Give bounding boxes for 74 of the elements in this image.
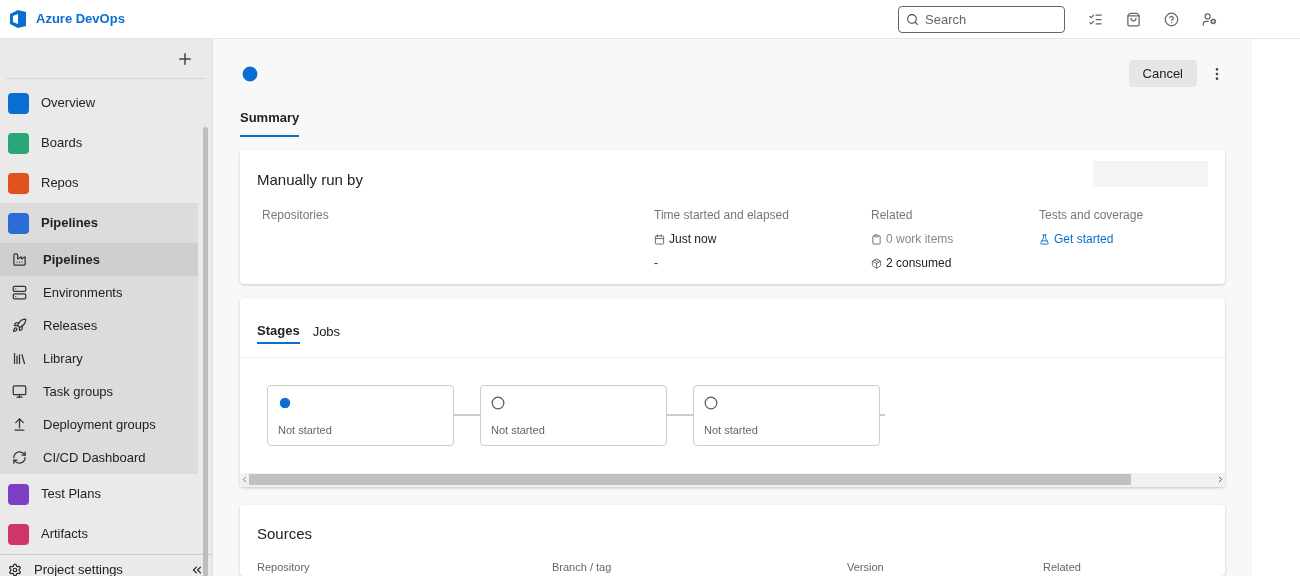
sidebar-item[interactable]: Environments [0, 276, 198, 309]
stage-card[interactable]: Not started [267, 385, 454, 446]
nav-icon [12, 318, 27, 333]
connector-line [667, 414, 693, 416]
connector-line [454, 414, 480, 416]
settings-icon [8, 563, 22, 576]
user-settings-icon[interactable] [1202, 11, 1217, 27]
column-header: Related [1043, 560, 1081, 576]
service-icon [8, 523, 29, 545]
summary-tab[interactable]: Summary [240, 106, 300, 137]
sidebar-item[interactable]: Overview [0, 83, 198, 123]
clipboard-icon [871, 233, 882, 245]
field-value: 2 consumed [886, 255, 952, 273]
card-title: Manually run by [257, 169, 363, 190]
sidebar-item[interactable]: Task groups [0, 375, 198, 408]
nav-icon [12, 384, 27, 399]
calendar-icon [654, 233, 665, 245]
field-value: - [654, 255, 658, 273]
service-icon [8, 172, 29, 194]
stage-status: Not started [278, 423, 333, 438]
sidebar-item[interactable]: CI/CD Dashboard [0, 441, 198, 474]
logo-icon [8, 10, 28, 28]
flask-icon [1039, 233, 1050, 245]
sidebar-item[interactable]: Repos [0, 163, 198, 203]
nav-icon [12, 450, 27, 465]
stage-status: Not started [491, 423, 546, 438]
sidebar-item[interactable]: Boards [0, 123, 198, 163]
search-field[interactable]: Search [898, 5, 1065, 33]
field-label: Tests and coverage [1039, 207, 1144, 225]
service-icon [8, 483, 29, 505]
stage-status: Not started [704, 423, 759, 438]
field-label: Related [871, 207, 914, 225]
sidebar-footer-link[interactable]: Project settings [34, 563, 123, 576]
sidebar-item[interactable]: Pipelines [0, 243, 198, 276]
column-header: Branch / tag [552, 560, 613, 576]
service-icon [8, 212, 29, 234]
nav-icon [12, 285, 27, 300]
service-icon [8, 132, 29, 154]
nav-icon [12, 417, 27, 432]
scroll-right-icon [1216, 475, 1225, 485]
link[interactable]: Get started [1054, 230, 1114, 249]
help-icon[interactable] [1164, 11, 1179, 27]
circle-icon [704, 396, 718, 410]
panel-tab[interactable]: Jobs [312, 320, 341, 344]
field-value: Just now [669, 231, 717, 249]
sidebar-item[interactable]: Pipelines [0, 203, 198, 243]
panel-tab[interactable]: Stages [257, 320, 300, 344]
package-icon [871, 257, 882, 269]
field-label: Repositories [261, 207, 330, 225]
field-label: Time started and elapsed [654, 207, 790, 225]
sidebar-item[interactable]: Artifacts [0, 514, 198, 554]
collapse-icon[interactable] [190, 563, 204, 576]
circle-icon [491, 396, 505, 410]
scroll-left-icon [240, 475, 249, 485]
nav-icon [12, 252, 27, 267]
service-icon [8, 92, 29, 114]
sidebar-item[interactable]: Releases [0, 309, 198, 342]
sidebar-item[interactable]: Test Plans [0, 474, 198, 514]
column-header: Version [847, 560, 885, 576]
scrollbar-thumb[interactable] [249, 474, 1131, 486]
cancel-button[interactable]: Cancel [1128, 60, 1197, 88]
stage-card[interactable]: Not started [480, 385, 667, 446]
sidebar-item[interactable]: Library [0, 342, 198, 375]
card-title: Sources [257, 524, 314, 544]
search-icon [906, 12, 919, 26]
sidebar-item[interactable]: Deployment groups [0, 408, 198, 441]
field-value: 0 work items [886, 231, 954, 249]
run-status-icon [240, 63, 260, 84]
nav-icon [12, 351, 27, 366]
stage-card[interactable]: Not started [693, 385, 880, 446]
bag-icon[interactable] [1126, 11, 1141, 27]
column-header: Repository [257, 560, 311, 576]
product-name[interactable]: Azure DevOps [36, 9, 125, 29]
task-list-icon[interactable] [1088, 11, 1103, 27]
